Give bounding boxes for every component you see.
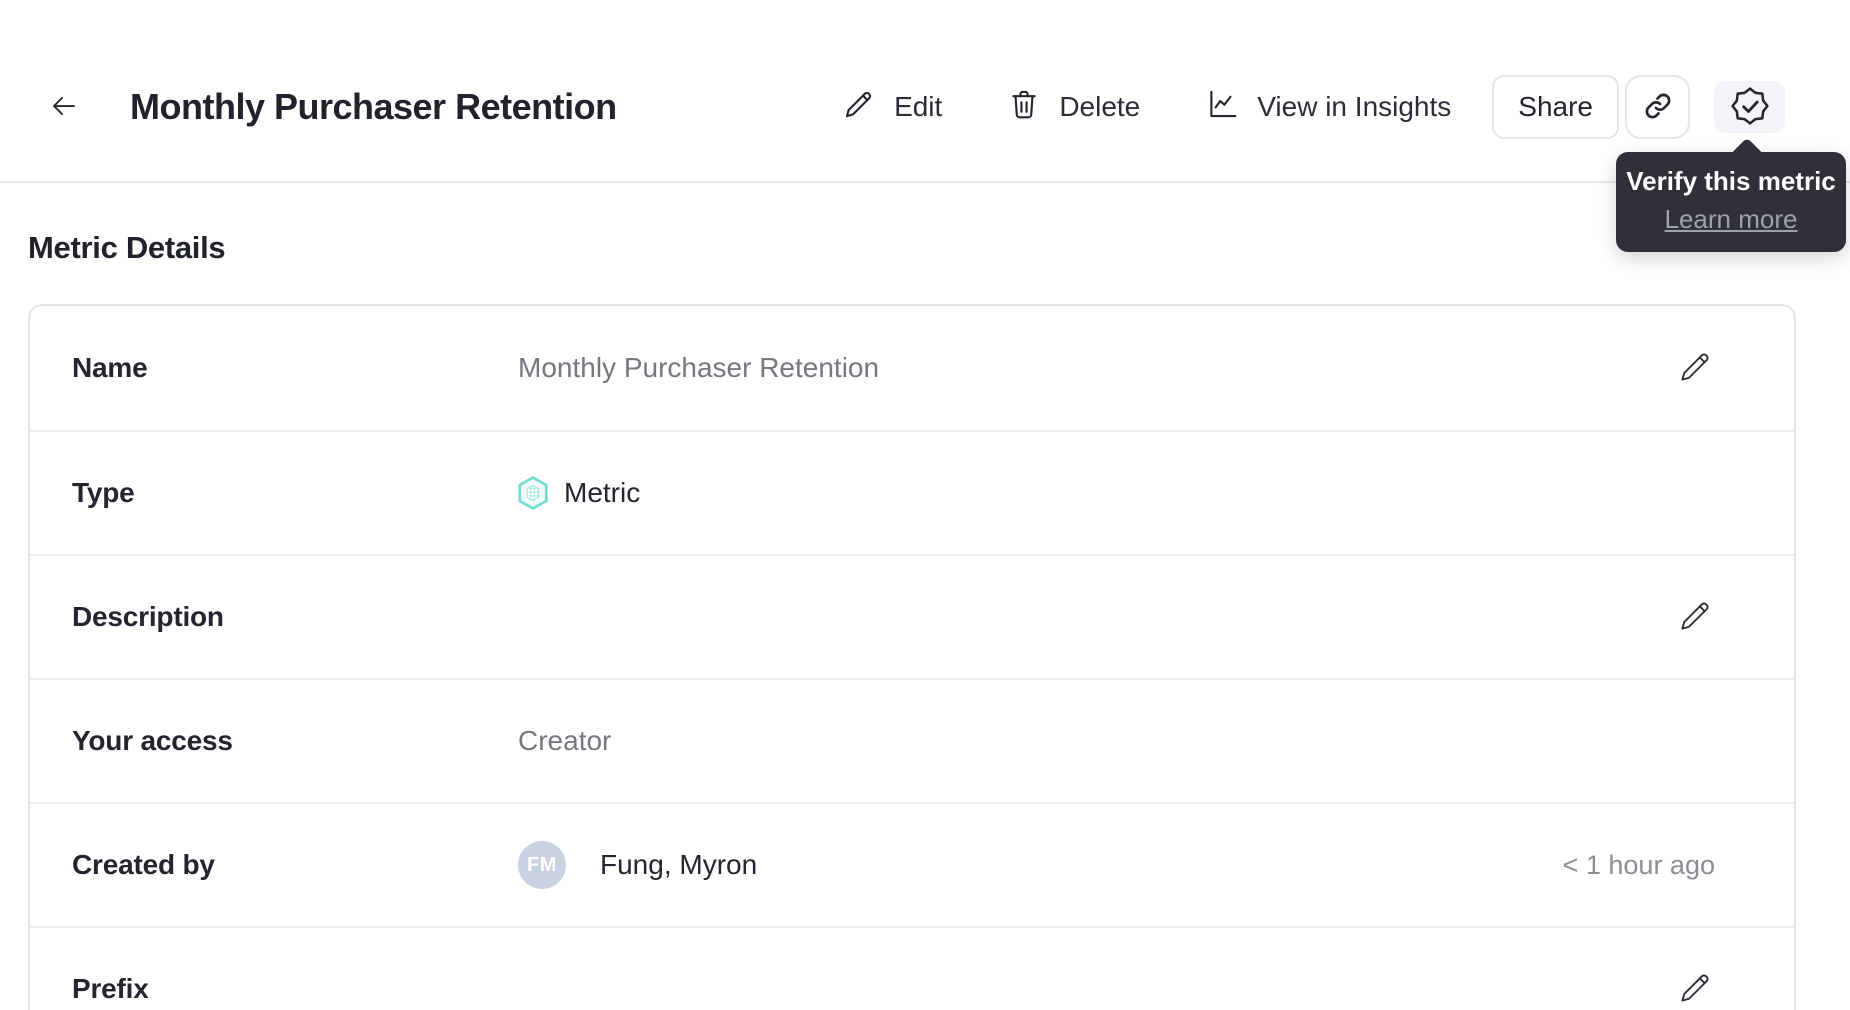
edit-description-button[interactable] — [1675, 597, 1715, 637]
verify-button[interactable] — [1714, 81, 1785, 133]
copy-link-button[interactable] — [1625, 75, 1690, 139]
seal-check-icon — [1730, 86, 1769, 128]
pencil-icon — [1677, 597, 1714, 637]
section-heading: Metric Details — [28, 230, 226, 265]
edit-prefix-button[interactable] — [1675, 969, 1715, 1009]
metric-details-card: Name Monthly Purchaser Retention Type Me… — [28, 304, 1796, 1010]
metric-details-page: Monthly Purchaser Retention Edit Delete — [0, 0, 1850, 1010]
row-label-your-access: Your access — [72, 725, 233, 756]
row-value-your-access: Creator — [518, 725, 612, 756]
header-inner: Monthly Purchaser Retention Edit Delete — [48, 75, 1785, 139]
edit-name-button[interactable] — [1675, 348, 1715, 388]
page-header: Monthly Purchaser Retention Edit Delete — [0, 0, 1850, 252]
tooltip-title: Verify this metric — [1626, 166, 1836, 196]
view-in-insights-button[interactable]: View in Insights — [1205, 87, 1451, 128]
row-label-type: Type — [72, 477, 135, 508]
share-label: Share — [1518, 91, 1593, 122]
metric-hexagon-icon — [518, 476, 548, 510]
created-by-name: Fung, Myron — [600, 849, 758, 880]
delete-button[interactable]: Delete — [1007, 87, 1140, 128]
row-value-created-by: FM Fung, Myron — [518, 841, 757, 889]
line-chart-icon — [1205, 87, 1239, 128]
row-label-description: Description — [72, 601, 224, 632]
share-button[interactable]: Share — [1492, 75, 1619, 139]
page-title: Monthly Purchaser Retention — [130, 86, 617, 127]
link-icon — [1642, 90, 1674, 125]
detail-row-type: Type Metric — [30, 430, 1794, 554]
detail-row-name: Name Monthly Purchaser Retention — [30, 306, 1794, 430]
edit-button[interactable]: Edit — [842, 87, 942, 128]
verify-tooltip: Verify this metric Learn more — [1616, 137, 1846, 252]
detail-row-description: Description — [30, 554, 1794, 678]
pencil-icon — [1677, 969, 1714, 1009]
learn-more-link[interactable]: Learn more — [1665, 203, 1798, 237]
created-time-badge: < 1 hour ago — [1562, 849, 1715, 880]
type-value-label: Metric — [564, 477, 641, 508]
header-actions: Edit Delete View in Insights Share — [842, 75, 1785, 139]
detail-row-prefix: Prefix — [30, 926, 1794, 1010]
row-value-name: Monthly Purchaser Retention — [518, 352, 880, 383]
delete-label: Delete — [1059, 91, 1141, 122]
arrow-left-icon — [49, 91, 79, 124]
pencil-icon — [1677, 348, 1714, 388]
row-label-created-by: Created by — [72, 849, 215, 880]
pencil-icon — [842, 87, 876, 128]
view-in-insights-label: View in Insights — [1257, 91, 1452, 122]
back-button[interactable] — [48, 89, 80, 125]
row-label-name: Name — [72, 352, 148, 383]
detail-row-created-by: Created by FM Fung, Myron < 1 hour ago — [30, 802, 1794, 926]
row-label-prefix: Prefix — [72, 973, 149, 1004]
trash-icon — [1007, 87, 1041, 128]
edit-label: Edit — [894, 91, 943, 122]
avatar: FM — [518, 841, 566, 889]
row-value-type: Metric — [518, 476, 640, 510]
detail-row-your-access: Your access Creator — [30, 678, 1794, 802]
